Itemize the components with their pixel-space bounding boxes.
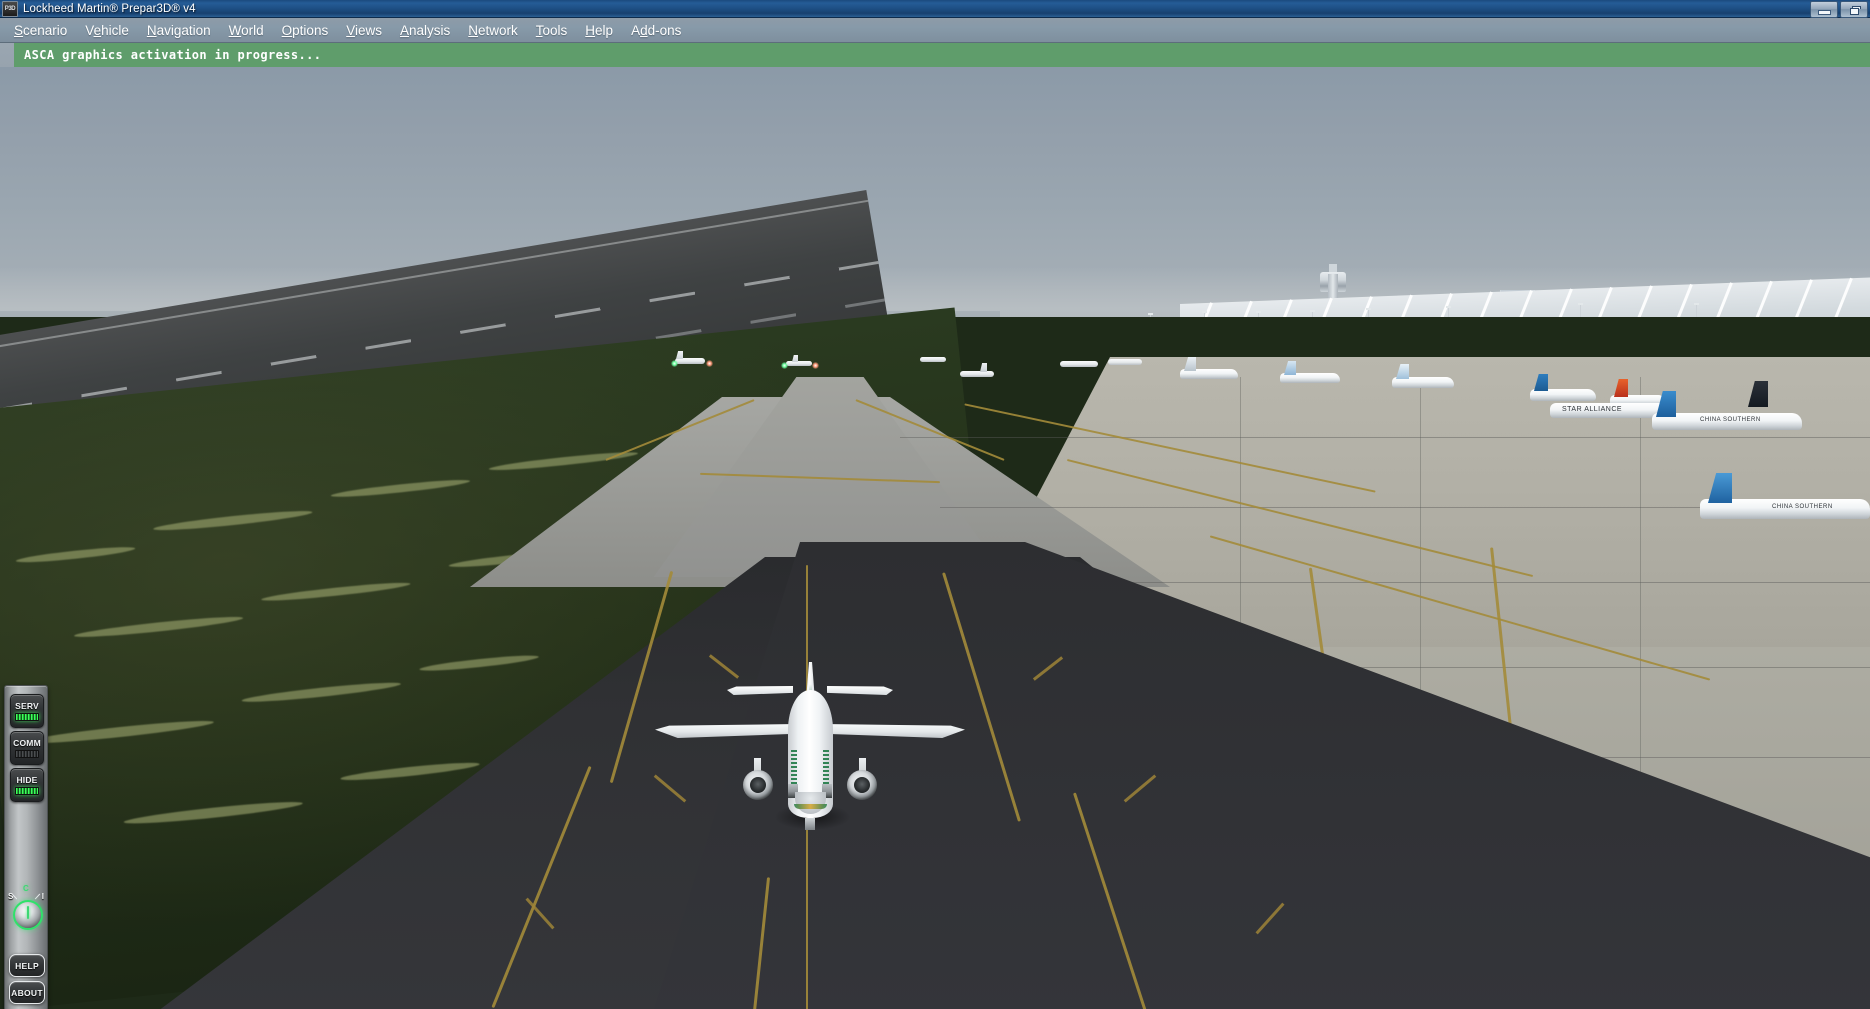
minimize-button[interactable] bbox=[1810, 1, 1838, 18]
menu-item-world[interactable]: World bbox=[220, 21, 273, 40]
restore-button[interactable] bbox=[1840, 1, 1868, 18]
p3d-app-icon: P3D bbox=[2, 0, 18, 17]
window-title: Lockheed Martin® Prepar3D® v4 bbox=[23, 2, 196, 15]
asca-status-text: ASCA graphics activation in progress... bbox=[24, 48, 322, 62]
hide-led-icon bbox=[15, 787, 39, 795]
help-button-label: HELP bbox=[15, 960, 39, 971]
asca-status-bar: ASCA graphics activation in progress... bbox=[14, 43, 1870, 67]
knob-dial[interactable] bbox=[13, 900, 43, 930]
star-alliance-livery-text: STAR ALLIANCE bbox=[1562, 406, 1623, 413]
help-button[interactable]: HELP bbox=[9, 954, 45, 977]
menu-item-analysis[interactable]: Analysis bbox=[391, 21, 459, 40]
distant-aircraft-b bbox=[786, 361, 812, 366]
menu-item-navigation[interactable]: Navigation bbox=[138, 21, 220, 40]
nav-light-red-b bbox=[812, 362, 819, 369]
distant-aircraft-c-tail bbox=[980, 363, 987, 372]
knob-label-i: I bbox=[41, 892, 44, 901]
knob-pointer-icon bbox=[27, 906, 29, 919]
user-aircraft bbox=[655, 662, 965, 837]
serv-button[interactable]: SERV bbox=[10, 694, 44, 728]
comm-led-icon bbox=[15, 750, 39, 758]
serv-button-label: SERV bbox=[15, 701, 39, 711]
comm-button[interactable]: COMM bbox=[10, 731, 44, 765]
horizontal-stabilizer-right bbox=[827, 686, 893, 695]
distant-aircraft-f bbox=[920, 357, 946, 362]
menu-bar: Scenario Vehicle Navigation World Option… bbox=[0, 18, 1870, 43]
parked-lower-livery-text: CHINA SOUTHERN bbox=[1772, 504, 1833, 510]
notification-area: ASCA graphics activation in progress... bbox=[0, 43, 1870, 67]
title-bar: P3D Lockheed Martin® Prepar3D® v4 bbox=[0, 0, 1870, 18]
menu-item-scenario[interactable]: Scenario bbox=[5, 21, 76, 40]
simulator-viewport[interactable]: CHINA bbox=[0, 67, 1870, 1009]
window-controls bbox=[1810, 1, 1868, 18]
menu-item-vehicle[interactable]: Vehicle bbox=[76, 21, 138, 40]
gsx-control-panel[interactable]: SERV COMM HIDE C S I HELP ABOUT bbox=[4, 685, 48, 1009]
serv-led-icon bbox=[15, 713, 39, 721]
menu-item-help[interactable]: Help bbox=[576, 21, 622, 40]
wing-right bbox=[823, 724, 965, 738]
horizontal-stabilizer-left bbox=[727, 686, 793, 695]
menu-item-tools[interactable]: Tools bbox=[527, 21, 577, 40]
wing-left bbox=[655, 724, 797, 738]
about-button-label: ABOUT bbox=[11, 987, 43, 998]
belly-livery-stripe bbox=[794, 804, 827, 809]
knob-label-c: C bbox=[23, 884, 29, 893]
menu-item-views[interactable]: Views bbox=[337, 21, 391, 40]
menu-item-network[interactable]: Network bbox=[459, 21, 527, 40]
minimize-icon bbox=[1817, 10, 1831, 15]
distant-aircraft-c bbox=[960, 371, 994, 377]
distant-aircraft-e bbox=[1108, 359, 1142, 365]
distant-aircraft-d bbox=[1060, 361, 1098, 367]
engine-right bbox=[847, 770, 877, 800]
nav-light-green-a bbox=[671, 360, 678, 367]
knob-tick-right-icon bbox=[34, 893, 41, 900]
menu-item-addons[interactable]: Add-ons bbox=[622, 21, 690, 40]
tail-strut bbox=[805, 818, 815, 830]
china-southern-livery-text: CHINA SOUTHERN bbox=[1700, 417, 1761, 423]
ground: STAR ALLIANCE CHINA SOUTHERN CHINA SOUTH… bbox=[0, 189, 1870, 1009]
nav-light-red-a bbox=[706, 360, 713, 367]
engine-left bbox=[743, 770, 773, 800]
app-window: P3D Lockheed Martin® Prepar3D® v4 Scenar… bbox=[0, 0, 1870, 1009]
restore-icon bbox=[1849, 5, 1861, 15]
menu-item-options[interactable]: Options bbox=[273, 21, 338, 40]
nav-light-green-b bbox=[781, 362, 788, 369]
about-button[interactable]: ABOUT bbox=[9, 981, 45, 1004]
mode-selector-knob[interactable]: C S I bbox=[5, 884, 47, 946]
hide-button-label: HIDE bbox=[16, 775, 38, 785]
hide-button[interactable]: HIDE bbox=[10, 768, 44, 802]
comm-button-label: COMM bbox=[13, 738, 41, 748]
